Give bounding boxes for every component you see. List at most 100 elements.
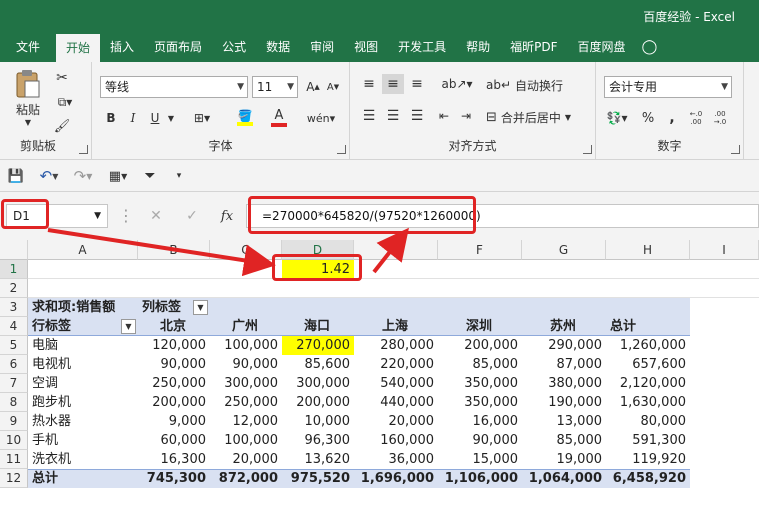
cancel-icon[interactable]: ✕ bbox=[146, 206, 166, 226]
font-name-select[interactable]: 等线 ▼ bbox=[100, 76, 248, 98]
increase-indent-icon[interactable]: ⇥ bbox=[456, 106, 476, 126]
column-header-b[interactable]: B bbox=[138, 240, 210, 260]
column-header-g[interactable]: G bbox=[522, 240, 606, 260]
pivot-value-cell[interactable]: 90,000 bbox=[210, 355, 282, 374]
shrink-font-icon[interactable]: A ▼ bbox=[324, 78, 342, 96]
pivot-value-cell[interactable]: 90,000 bbox=[138, 355, 210, 374]
pivot-value-cell[interactable]: 1,630,000 bbox=[606, 393, 690, 412]
pivot-row-name[interactable]: 电脑 bbox=[32, 336, 58, 355]
row-header-10[interactable]: 10 bbox=[0, 431, 28, 450]
percent-button[interactable]: % bbox=[638, 108, 658, 128]
orientation-icon[interactable]: ab↗▾ bbox=[441, 74, 472, 94]
pivot-row-name[interactable]: 洗衣机 bbox=[32, 450, 71, 469]
cut-icon[interactable]: ✂ bbox=[52, 68, 72, 88]
pivot-value-cell[interactable]: 100,000 bbox=[210, 431, 282, 450]
city-header[interactable]: 总计 bbox=[610, 317, 636, 336]
pivot-value-cell[interactable]: 200,000 bbox=[282, 393, 354, 412]
redo-icon[interactable]: ↷ ▼ bbox=[70, 166, 96, 186]
pivot-grand-total-label[interactable]: 总计 bbox=[32, 469, 58, 488]
pivot-value-cell[interactable]: 657,600 bbox=[606, 355, 690, 374]
pivot-value-cell[interactable]: 15,000 bbox=[438, 450, 522, 469]
pivot-value-cell[interactable]: 200,000 bbox=[138, 393, 210, 412]
pivot-value-cell[interactable]: 160,000 bbox=[354, 431, 438, 450]
pivot-value-cell[interactable]: 350,000 bbox=[438, 393, 522, 412]
pivot-value-cell[interactable]: 20,000 bbox=[210, 450, 282, 469]
row-header-11[interactable]: 11 bbox=[0, 450, 28, 469]
pivot-row-name[interactable]: 空调 bbox=[32, 374, 58, 393]
pivot-value-cell[interactable]: 20,000 bbox=[354, 412, 438, 431]
pivot-column-label[interactable]: 列标签 bbox=[142, 298, 181, 317]
undo-icon[interactable]: ↶ ▼ bbox=[34, 166, 64, 186]
font-size-select[interactable]: 11 ▼ bbox=[252, 76, 298, 98]
row-header-9[interactable]: 9 bbox=[0, 412, 28, 431]
row-header-7[interactable]: 7 bbox=[0, 374, 28, 393]
pivot-total-cell[interactable]: 872,000 bbox=[210, 469, 282, 488]
row-filter-dropdown-icon[interactable]: ▼ bbox=[121, 319, 136, 334]
font-launcher-icon[interactable] bbox=[337, 145, 346, 154]
save-icon[interactable]: 💾 bbox=[6, 166, 26, 186]
pivot-value-cell[interactable]: 60,000 bbox=[138, 431, 210, 450]
row-header-4[interactable]: 4 bbox=[0, 317, 28, 336]
pivot-value-cell[interactable]: 87,000 bbox=[522, 355, 606, 374]
align-right-icon[interactable]: ☰ bbox=[406, 106, 428, 126]
alignment-launcher-icon[interactable] bbox=[583, 145, 592, 154]
copy-icon[interactable]: ⧉▾ bbox=[52, 92, 78, 112]
city-header[interactable]: 上海 bbox=[382, 317, 408, 336]
pivot-total-cell[interactable]: 1,064,000 bbox=[522, 469, 606, 488]
increase-decimal-icon[interactable]: ←.0.00 bbox=[686, 106, 706, 130]
pivot-value-cell[interactable]: 380,000 bbox=[522, 374, 606, 393]
tab-review[interactable]: 审阅 bbox=[300, 32, 344, 62]
pivot-value-cell[interactable]: 85,000 bbox=[522, 431, 606, 450]
tab-file[interactable]: 文件 bbox=[0, 32, 56, 62]
pivot-value-cell[interactable]: 300,000 bbox=[210, 374, 282, 393]
pivot-row-name[interactable]: 跑步机 bbox=[32, 393, 71, 412]
lightbulb-icon[interactable]: ◯ bbox=[636, 32, 664, 62]
pivot-value-cell[interactable]: 96,300 bbox=[282, 431, 354, 450]
font-color-icon[interactable]: A bbox=[264, 106, 294, 130]
pivot-value-cell[interactable]: 12,000 bbox=[210, 412, 282, 431]
pivot-value-cell[interactable]: 250,000 bbox=[138, 374, 210, 393]
row-header-6[interactable]: 6 bbox=[0, 355, 28, 374]
pivot-row-label[interactable]: 行标签 bbox=[32, 317, 71, 336]
pivot-value-cell[interactable]: 270,000 bbox=[282, 336, 354, 355]
align-top-icon[interactable]: ≡ bbox=[358, 74, 380, 94]
underline-dropdown-icon[interactable]: ▼ bbox=[166, 108, 176, 128]
column-header-h[interactable]: H bbox=[606, 240, 690, 260]
tab-help[interactable]: 帮助 bbox=[456, 32, 500, 62]
pivot-value-cell[interactable]: 280,000 bbox=[354, 336, 438, 355]
pivot-row-name[interactable]: 热水器 bbox=[32, 412, 71, 431]
clipboard-launcher-icon[interactable] bbox=[79, 145, 88, 154]
tab-foxit-pdf[interactable]: 福昕PDF bbox=[500, 32, 567, 62]
pivot-value-cell[interactable]: 36,000 bbox=[354, 450, 438, 469]
align-left-icon[interactable]: ☰ bbox=[358, 106, 380, 126]
pivot-total-cell[interactable]: 6,458,920 bbox=[606, 469, 690, 488]
city-header[interactable]: 深圳 bbox=[466, 317, 492, 336]
grow-font-icon[interactable]: A ▲ bbox=[304, 78, 322, 96]
pivot-value-cell[interactable]: 300,000 bbox=[282, 374, 354, 393]
row-header-1[interactable]: 1 bbox=[0, 260, 28, 279]
pivot-value-cell[interactable]: 13,000 bbox=[522, 412, 606, 431]
customize-toolbar-icon[interactable]: ▾ bbox=[172, 166, 186, 186]
pivot-value-cell[interactable]: 85,000 bbox=[438, 355, 522, 374]
align-bottom-icon[interactable]: ≡ bbox=[406, 74, 428, 94]
city-header[interactable]: 苏州 bbox=[550, 317, 576, 336]
pivot-value-cell[interactable]: 90,000 bbox=[438, 431, 522, 450]
pivot-row-name[interactable]: 电视机 bbox=[32, 355, 71, 374]
pivot-total-cell[interactable]: 1,106,000 bbox=[438, 469, 522, 488]
pivot-total-cell[interactable]: 975,520 bbox=[282, 469, 354, 488]
pivot-value-cell[interactable]: 10,000 bbox=[282, 412, 354, 431]
align-middle-icon[interactable]: ≡ bbox=[382, 74, 404, 94]
row-header-3[interactable]: 3 bbox=[0, 298, 28, 317]
tab-formulas[interactable]: 公式 bbox=[212, 32, 256, 62]
pivot-value-cell[interactable]: 100,000 bbox=[210, 336, 282, 355]
pivot-row-name[interactable]: 手机 bbox=[32, 431, 58, 450]
pivot-value-cell[interactable]: 220,000 bbox=[354, 355, 438, 374]
phonetic-icon[interactable]: wén▾ bbox=[304, 108, 338, 128]
row-header-8[interactable]: 8 bbox=[0, 393, 28, 412]
enter-icon[interactable]: ✓ bbox=[182, 206, 202, 226]
city-header[interactable]: 北京 bbox=[160, 317, 186, 336]
pivot-value-cell[interactable]: 440,000 bbox=[354, 393, 438, 412]
pivot-value-cell[interactable]: 16,300 bbox=[138, 450, 210, 469]
row-header-5[interactable]: 5 bbox=[0, 336, 28, 355]
paste-button[interactable]: 粘贴 ▼ bbox=[10, 68, 46, 128]
